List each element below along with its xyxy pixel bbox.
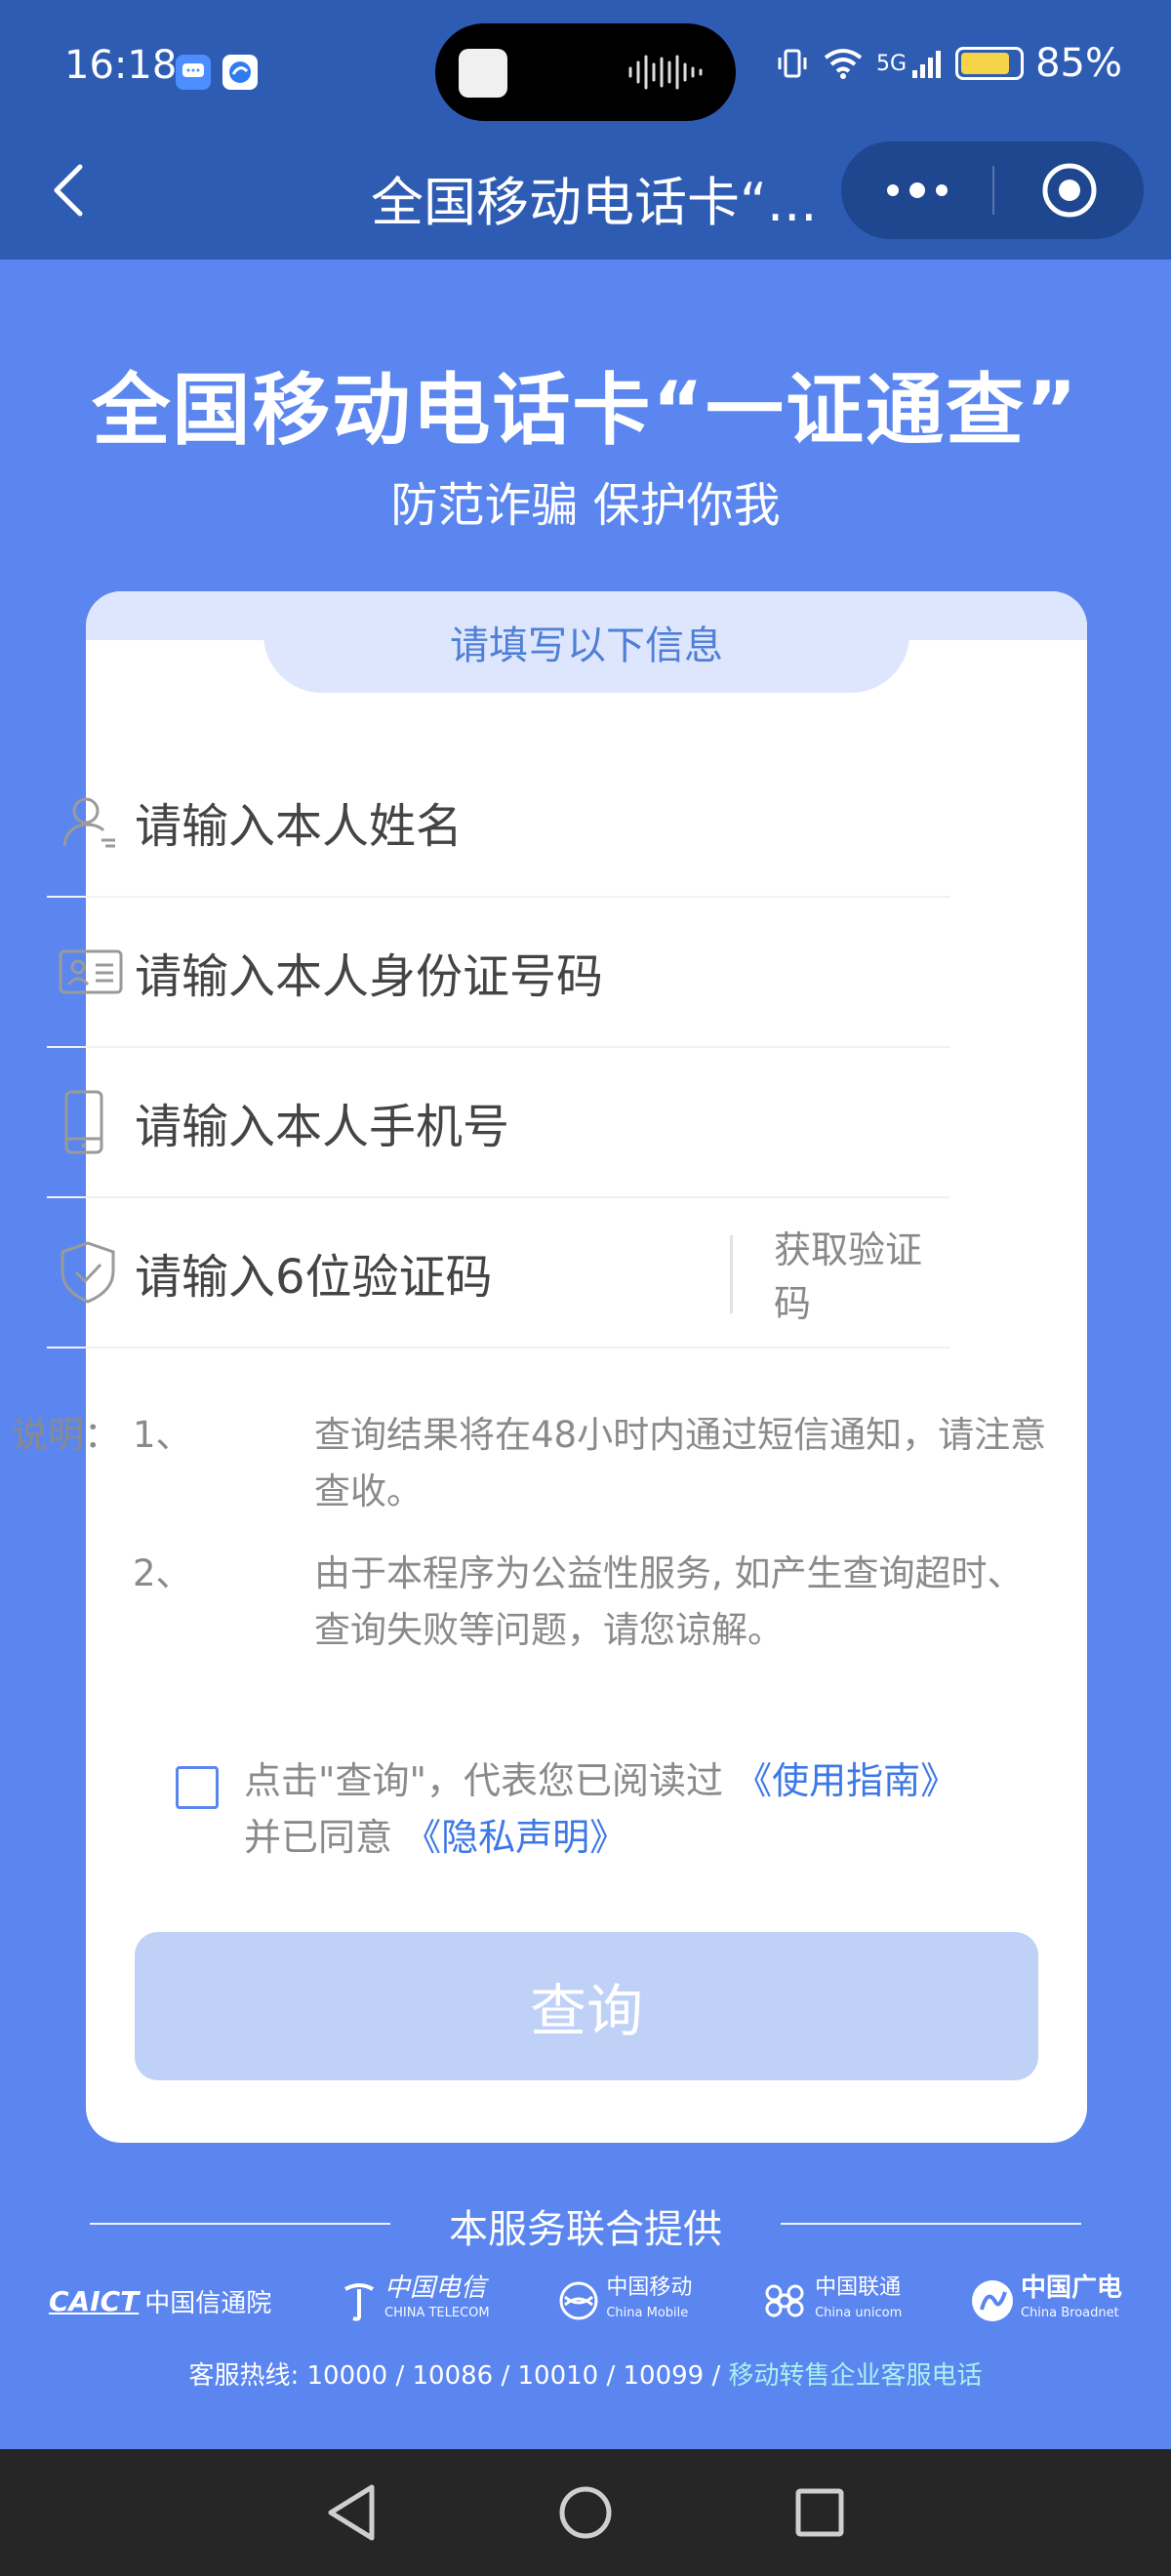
- phone-icon: [47, 1090, 135, 1154]
- dynamic-island: [435, 23, 736, 121]
- unicom-logo-en: China unicom: [815, 2306, 903, 2320]
- get-code-button[interactable]: 获取验证码: [774, 1198, 950, 1348]
- signal-icon: [912, 51, 942, 78]
- navigation-bar: [0, 2449, 1171, 2576]
- form-header: 请填写以下信息: [263, 591, 909, 693]
- broadnet-logo-cn: 中国广电: [1020, 2274, 1122, 2303]
- hotline-numbers: 客服热线: 10000 / 10086 / 10010 / 10099 /: [188, 2361, 721, 2391]
- mini-program-capsule: [841, 141, 1144, 239]
- status-indicators: 5G 85%: [775, 39, 1122, 88]
- triangle-back-icon: [328, 2484, 375, 2541]
- title-bar: 全国移动电话卡“...: [0, 141, 1171, 259]
- id-number-input[interactable]: 请输入本人身份证号码: [135, 938, 603, 1006]
- nav-recents-button[interactable]: [781, 2474, 859, 2552]
- mobile-icon: [559, 2281, 598, 2320]
- mobile-logo-cn: 中国移动: [606, 2275, 693, 2300]
- name-input[interactable]: 请输入本人姓名: [135, 787, 463, 856]
- telecom-logo-cn: 中国电信: [384, 2274, 487, 2303]
- note-number: 2、: [133, 1552, 192, 1594]
- provider-text: 本服务联合提供: [449, 2207, 722, 2252]
- more-button[interactable]: [841, 141, 992, 239]
- caict-logo: CAICT 中国信通院: [49, 2283, 271, 2319]
- mobile-logo-en: China Mobile: [606, 2306, 689, 2320]
- nav-back-button[interactable]: [312, 2474, 390, 2552]
- note-text: 由于本程序为公益性服务, 如产生查询超时、查询失败等问题，请您谅解。: [314, 1552, 1024, 1651]
- partner-logos: CAICT 中国信通院 中国电信 CHINA TELECOM 中国移动 Chin…: [49, 2264, 1122, 2338]
- vibrate-icon: [778, 49, 807, 78]
- status-bar: 16:18 5G 85%: [0, 0, 1171, 141]
- china-broadnet-logo: 中国广电 China Broadnet: [970, 2275, 1122, 2326]
- message-app-icon: [176, 55, 211, 90]
- more-dots-icon: [886, 182, 948, 198]
- chevron-left-icon: [54, 164, 83, 217]
- nav-home-button[interactable]: [546, 2474, 625, 2552]
- hero-subtitle: 防范诈骗 保护你我: [390, 478, 781, 533]
- telecom-logo-en: CHINA TELECOM: [384, 2306, 490, 2320]
- china-unicom-logo: 中国联通 China unicom: [760, 2275, 902, 2326]
- agree-checkbox[interactable]: [176, 1766, 219, 1809]
- phone-input[interactable]: 请输入本人手机号: [135, 1088, 509, 1156]
- hotline: 客服热线: 10000 / 10086 / 10010 / 10099 / 移动…: [0, 2355, 1171, 2392]
- broadnet-logo-en: China Broadnet: [1020, 2306, 1119, 2320]
- privacy-link[interactable]: 《隐私声明》: [404, 1816, 626, 1859]
- caict-logo-cn: 中国信通院: [144, 2288, 272, 2318]
- note-item: 2、 由于本程序为公益性服务, 如产生查询超时、查询失败等问题，请您谅解。: [133, 1546, 1050, 1659]
- code-field[interactable]: 请输入6位验证码 获取验证码: [47, 1198, 950, 1348]
- hero-title: 全国移动电话卡“一证通查”: [92, 365, 1079, 456]
- telecom-icon: [344, 2283, 375, 2321]
- note-item: 说明： 1、 查询结果将在48小时内通过短信通知，请注意查收。: [12, 1407, 1050, 1520]
- target-icon: [1042, 163, 1096, 218]
- code-divider: [730, 1235, 733, 1313]
- close-mini-program-button[interactable]: [994, 141, 1144, 239]
- shield-check-icon: [47, 1240, 135, 1305]
- status-time: 16:18: [64, 43, 178, 88]
- notes-label: 说明：: [12, 1414, 120, 1456]
- browser-app-icon: [222, 55, 258, 90]
- page-title: 全国移动电话卡“...: [371, 172, 818, 233]
- battery-icon: [955, 47, 1025, 80]
- query-button[interactable]: 查询: [135, 1932, 1038, 2080]
- hotline-link[interactable]: 移动转售企业客服电话: [729, 2361, 983, 2391]
- code-input[interactable]: 请输入6位验证码: [135, 1238, 493, 1307]
- back-button[interactable]: [39, 161, 98, 220]
- note-number: 1、: [133, 1414, 192, 1456]
- audio-wave-icon: [628, 55, 703, 90]
- battery-percent: 85%: [1035, 41, 1122, 86]
- note-text: 查询结果将在48小时内通过短信通知，请注意查收。: [314, 1414, 1047, 1512]
- network-type: 5G: [876, 51, 908, 76]
- china-mobile-logo: 中国移动 China Mobile: [557, 2275, 692, 2326]
- name-field[interactable]: 请输入本人姓名: [47, 747, 950, 898]
- id-number-field[interactable]: 请输入本人身份证号码: [47, 898, 950, 1048]
- agreement-middle: 并已同意: [244, 1816, 393, 1859]
- island-app-icon: [459, 49, 507, 98]
- caict-logo-main: CAICT: [49, 2284, 140, 2317]
- unicom-logo-cn: 中国联通: [815, 2275, 902, 2300]
- phone-field[interactable]: 请输入本人手机号: [47, 1048, 950, 1198]
- china-telecom-logo: 中国电信 CHINA TELECOM: [340, 2275, 490, 2326]
- broadnet-icon: [971, 2280, 1013, 2321]
- notes: 说明： 1、 查询结果将在48小时内通过短信通知，请注意查收。 2、 由于本程序…: [12, 1407, 1050, 1659]
- id-card-icon: [47, 947, 135, 996]
- agreement-prefix: 点击"查询"，代表您已阅读过: [244, 1759, 723, 1802]
- circle-home-icon: [559, 2486, 612, 2539]
- wifi-icon: [824, 49, 863, 79]
- guide-link[interactable]: 《使用指南》: [735, 1759, 957, 1802]
- person-icon: [47, 791, 135, 852]
- battery-fill: [961, 53, 1010, 74]
- agreement-text: 点击"查询"，代表您已阅读过 《使用指南》 并已同意 《隐私声明》: [244, 1752, 1054, 1866]
- square-recents-icon: [795, 2488, 844, 2537]
- unicom-knot-icon: [765, 2284, 804, 2317]
